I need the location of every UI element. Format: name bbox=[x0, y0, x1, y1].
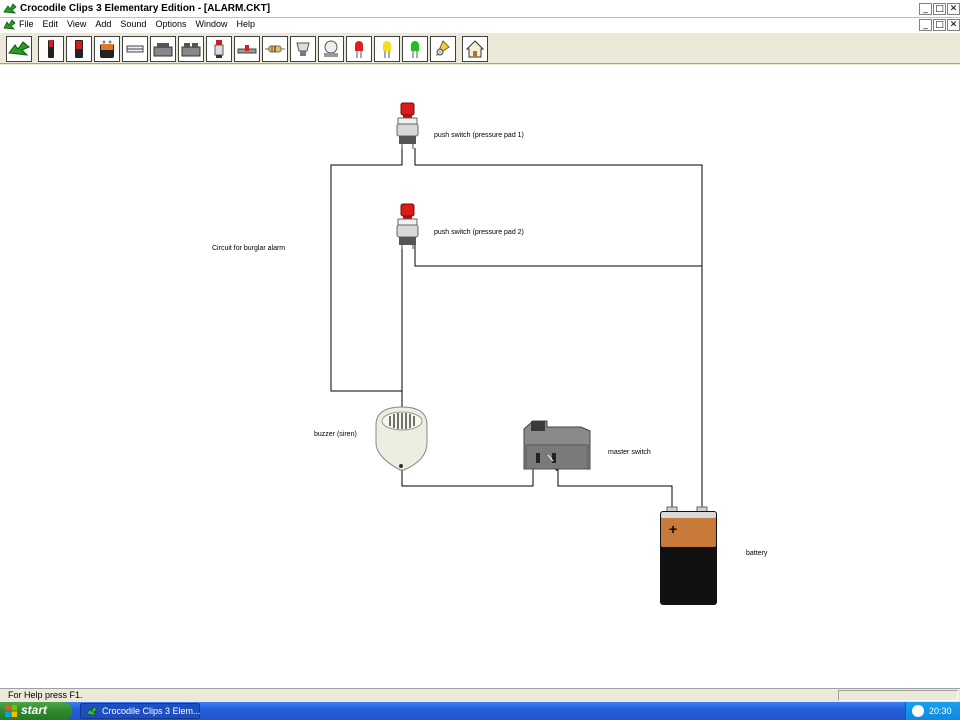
led-yellow-icon bbox=[383, 41, 391, 58]
battery-plus-sign: + bbox=[669, 521, 678, 537]
push-switch-1[interactable] bbox=[396, 102, 419, 149]
switch-2way-icon bbox=[181, 43, 201, 57]
task-label: Crocodile Clips 3 Elem... bbox=[102, 706, 201, 716]
tool-push-switch[interactable] bbox=[206, 36, 232, 62]
minimize-button[interactable]: _ bbox=[919, 3, 932, 15]
menu-help[interactable]: Help bbox=[236, 19, 255, 29]
status-pane bbox=[838, 690, 958, 701]
power-supply-icon bbox=[100, 40, 114, 58]
tool-fuse[interactable] bbox=[122, 36, 148, 62]
push-switch-icon bbox=[214, 40, 224, 58]
system-tray: 20:30 bbox=[905, 702, 960, 720]
bulb-icon bbox=[296, 42, 310, 56]
crocodile-icon bbox=[8, 41, 30, 56]
windows-flag-icon bbox=[5, 705, 17, 717]
tray-network-icon[interactable] bbox=[912, 705, 924, 717]
buzzer-label: buzzer (siren) bbox=[314, 431, 357, 438]
taskbar: start Crocodile Clips 3 Elem... 20:30 bbox=[0, 702, 960, 720]
led-red-icon bbox=[355, 41, 363, 58]
slide-resistor-icon bbox=[237, 45, 257, 54]
cell-battery-icon bbox=[48, 40, 54, 58]
master-switch[interactable] bbox=[523, 420, 591, 470]
close-button[interactable]: ✕ bbox=[947, 3, 960, 15]
tool-switch-2way[interactable] bbox=[178, 36, 204, 62]
maximize-button[interactable]: □ bbox=[933, 3, 946, 15]
battery-icon bbox=[75, 40, 83, 58]
doc-close-button[interactable]: ✕ bbox=[947, 19, 960, 31]
status-bar: For Help press F1. bbox=[0, 688, 960, 702]
crocodile-doc-icon[interactable] bbox=[3, 19, 16, 31]
toolbar bbox=[0, 32, 960, 64]
buzzer-siren[interactable] bbox=[375, 406, 428, 471]
menu-options[interactable]: Options bbox=[155, 19, 186, 29]
status-text: For Help press F1. bbox=[8, 690, 83, 700]
tool-led-yellow[interactable] bbox=[374, 36, 400, 62]
menu-sound[interactable]: Sound bbox=[120, 19, 146, 29]
doc-minimize-button[interactable]: _ bbox=[919, 19, 932, 31]
tool-switch[interactable] bbox=[150, 36, 176, 62]
buzzer-icon bbox=[435, 40, 450, 57]
resistor-icon bbox=[265, 45, 285, 53]
menu-add[interactable]: Add bbox=[95, 19, 111, 29]
tool-motor[interactable] bbox=[318, 36, 344, 62]
tool-crocodile[interactable] bbox=[6, 36, 32, 62]
doc-restore-button[interactable]: □ bbox=[933, 19, 946, 31]
push-switch-2[interactable] bbox=[396, 203, 419, 249]
tool-resistor[interactable] bbox=[262, 36, 288, 62]
motor-icon bbox=[324, 40, 338, 57]
tool-slide-resistor[interactable] bbox=[234, 36, 260, 62]
menu-bar: File Edit View Add Sound Options Window … bbox=[0, 18, 960, 32]
switch1-label: push switch (pressure pad 1) bbox=[434, 132, 524, 139]
led-green-icon bbox=[411, 41, 419, 58]
circuit-diagram bbox=[330, 102, 717, 605]
fuse-icon bbox=[126, 45, 144, 53]
start-label: start bbox=[21, 703, 48, 717]
crocodile-app-icon bbox=[3, 3, 17, 14]
tool-power-supply[interactable] bbox=[94, 36, 120, 62]
circuit-title-label: Circuit for burglar alarm bbox=[212, 245, 286, 252]
tool-battery[interactable] bbox=[66, 36, 92, 62]
tool-cell[interactable] bbox=[38, 36, 64, 62]
menu-view[interactable]: View bbox=[67, 19, 86, 29]
tool-home[interactable] bbox=[462, 36, 488, 62]
switch2-label: push switch (pressure pad 2) bbox=[434, 229, 524, 236]
crocodile-task-icon bbox=[86, 706, 98, 716]
tool-led-green[interactable] bbox=[402, 36, 428, 62]
switch-icon bbox=[153, 43, 173, 57]
menu-file[interactable]: File bbox=[19, 19, 34, 29]
menu-edit[interactable]: Edit bbox=[43, 19, 59, 29]
circuit-canvas[interactable]: Circuit for burglar alarm push switch (p… bbox=[0, 65, 960, 688]
master-switch-label: master switch bbox=[608, 449, 651, 456]
window-title: Crocodile Clips 3 Elementary Edition - [… bbox=[20, 3, 271, 14]
menu-window[interactable]: Window bbox=[195, 19, 227, 29]
battery-label: battery bbox=[746, 550, 768, 557]
home-icon bbox=[465, 40, 485, 58]
tool-bulb[interactable] bbox=[290, 36, 316, 62]
start-button[interactable]: start bbox=[0, 702, 72, 720]
tool-buzzer[interactable] bbox=[430, 36, 456, 62]
clock: 20:30 bbox=[929, 706, 952, 716]
tool-led-red[interactable] bbox=[346, 36, 372, 62]
title-bar: Crocodile Clips 3 Elementary Edition - [… bbox=[0, 0, 960, 18]
taskbar-item-crocodile-clips[interactable]: Crocodile Clips 3 Elem... bbox=[80, 703, 201, 719]
